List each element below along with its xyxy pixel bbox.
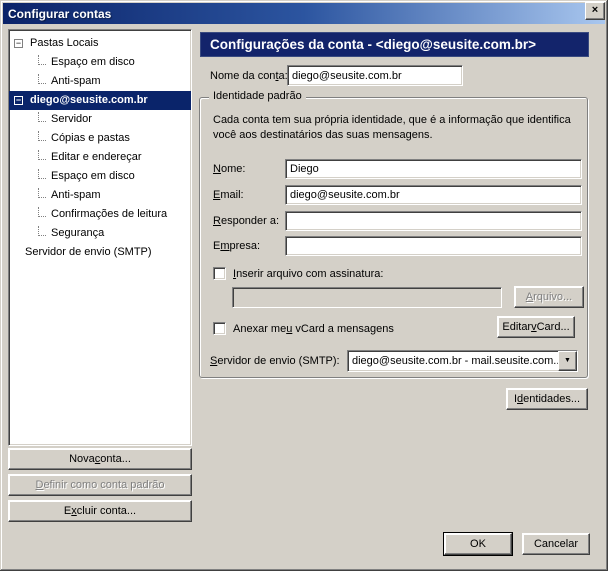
organization-input[interactable] bbox=[285, 236, 582, 256]
tree-item-anti-spam-local[interactable]: Anti-spam bbox=[9, 72, 191, 91]
organization-label: Empresa: bbox=[213, 240, 261, 252]
ok-button[interactable]: OK bbox=[444, 533, 512, 555]
tree-item-label: Espaço em disco bbox=[51, 56, 135, 68]
vcard-checkbox[interactable] bbox=[213, 322, 226, 335]
smtp-label: Servidor de envio (SMTP): bbox=[210, 355, 340, 367]
signature-checkbox[interactable] bbox=[213, 267, 226, 280]
tree-item-label: Pastas Locais bbox=[30, 37, 99, 49]
tree-item-seguranca[interactable]: Segurança bbox=[9, 224, 191, 243]
reply-to-input[interactable] bbox=[285, 211, 582, 231]
tree-item-account-diego[interactable]: − diego@seusite.com.br bbox=[9, 91, 191, 110]
set-default-account-button: Definir como conta padrão bbox=[8, 474, 192, 496]
tree-line bbox=[38, 73, 46, 84]
tree-item-label: Confirmações de leitura bbox=[51, 208, 168, 220]
tree-item-label: Servidor de envio (SMTP) bbox=[25, 246, 152, 258]
tree-item-espaco-em-disco[interactable]: Espaço em disco bbox=[9, 167, 191, 186]
edit-vcard-button[interactable]: Editar v Card... bbox=[497, 316, 575, 338]
tree-item-smtp[interactable]: Servidor de envio (SMTP) bbox=[9, 243, 191, 262]
tree-item-espaco-em-disco-local[interactable]: Espaço em disco bbox=[9, 53, 191, 72]
account-name-label: Nome da conta: bbox=[210, 70, 288, 82]
tree-line bbox=[38, 149, 46, 160]
account-settings-dialog: Configurar contas × − Pastas Locais Espa… bbox=[0, 0, 608, 571]
tree-item-label: Anti-spam bbox=[51, 189, 101, 201]
identities-button[interactable]: Id entidades... bbox=[506, 388, 588, 410]
signature-browse-button: Arquivo... bbox=[514, 286, 584, 308]
tree-line bbox=[38, 130, 46, 141]
email-label: Email: bbox=[213, 189, 244, 201]
tree-item-confirmacoes-de-leitura[interactable]: Confirmações de leitura bbox=[9, 205, 191, 224]
account-name-input[interactable] bbox=[287, 65, 463, 86]
tree-item-label: Servidor bbox=[51, 113, 92, 125]
tree-item-pastas-locais[interactable]: − Pastas Locais bbox=[9, 34, 191, 53]
identity-description: Cada conta tem sua própria identidade, q… bbox=[213, 114, 571, 141]
tree-item-label: Editar e endereçar bbox=[51, 151, 142, 163]
tree-line bbox=[38, 225, 46, 236]
identity-legend: Identidade padrão bbox=[209, 90, 306, 102]
cancel-button[interactable]: Cancelar bbox=[522, 533, 590, 555]
smtp-selected-value: diego@seusite.com.br - mail.seusite.com.… bbox=[352, 355, 558, 367]
tree-line bbox=[38, 187, 46, 198]
tree-line bbox=[38, 111, 46, 122]
signature-path-input bbox=[232, 287, 502, 308]
tree-item-servidor[interactable]: Servidor bbox=[9, 110, 191, 129]
chevron-down-icon[interactable]: ▼ bbox=[558, 351, 577, 371]
name-label: Nome: bbox=[213, 163, 246, 175]
account-tree: − Pastas Locais Espaço em disco Anti-spa… bbox=[8, 29, 192, 446]
tree-item-label: Cópias e pastas bbox=[51, 132, 130, 144]
window-title: Configurar contas bbox=[8, 6, 112, 21]
title-bar[interactable]: Configurar contas bbox=[3, 3, 605, 24]
new-account-button[interactable]: Nova c onta... bbox=[8, 448, 192, 470]
tree-item-label: diego@seusite.com.br bbox=[30, 94, 148, 106]
collapse-icon[interactable]: − bbox=[14, 39, 23, 48]
collapse-icon[interactable]: − bbox=[14, 96, 23, 105]
panel-header: Configurações da conta - <diego@seusite.… bbox=[200, 32, 589, 57]
tree-line bbox=[38, 206, 46, 217]
tree-item-label: Anti-spam bbox=[51, 75, 101, 87]
tree-line bbox=[38, 54, 46, 65]
signature-checkbox-label[interactable]: Inserir arquivo com assinatura: bbox=[233, 268, 383, 280]
tree-item-copias-e-pastas[interactable]: Cópias e pastas bbox=[9, 129, 191, 148]
smtp-server-dropdown[interactable]: diego@seusite.com.br - mail.seusite.com.… bbox=[347, 350, 578, 372]
tree-item-label: Espaço em disco bbox=[51, 170, 135, 182]
tree-item-editar-e-enderecar[interactable]: Editar e endereçar bbox=[9, 148, 191, 167]
name-input[interactable] bbox=[285, 159, 582, 179]
close-icon[interactable]: × bbox=[585, 2, 605, 20]
tree-line bbox=[38, 168, 46, 179]
tree-item-label: Segurança bbox=[51, 227, 105, 239]
tree-item-anti-spam[interactable]: Anti-spam bbox=[9, 186, 191, 205]
email-input[interactable] bbox=[285, 185, 582, 205]
reply-to-label: Responder a: bbox=[213, 215, 280, 227]
vcard-checkbox-label[interactable]: Anexar meu vCard a mensagens bbox=[233, 323, 394, 335]
delete-account-button[interactable]: Ex cluir conta... bbox=[8, 500, 192, 522]
